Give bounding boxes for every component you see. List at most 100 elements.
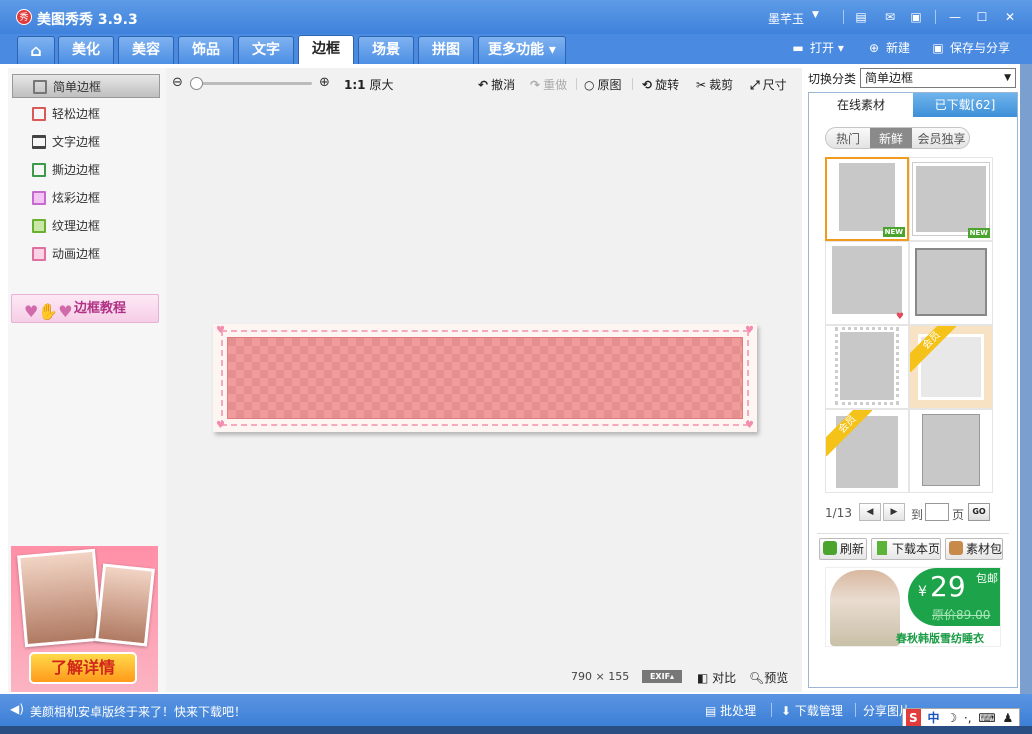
- filter-hot[interactable]: 热门: [826, 128, 870, 148]
- speaker-icon: ◀): [10, 702, 24, 716]
- save-icon: ▣: [932, 41, 944, 55]
- rotate-icon: ⟲: [642, 78, 653, 92]
- toolbar-separator: [576, 78, 577, 90]
- category-dropdown[interactable]: 简单边框 ▼: [860, 68, 1016, 88]
- moon-icon[interactable]: ☽: [946, 709, 957, 727]
- promo-price: 29: [930, 570, 966, 603]
- maximize-icon[interactable]: ☐: [973, 8, 991, 26]
- download-manager-button[interactable]: ⬇ 下载管理: [781, 702, 843, 719]
- material-thumbnail[interactable]: [909, 409, 993, 493]
- prev-page-button[interactable]: ◀: [859, 503, 881, 521]
- original-circle-icon: ○: [584, 78, 595, 92]
- zoom-in-icon[interactable]: ⊕: [319, 75, 330, 90]
- tab-downloaded[interactable]: 已下载[62]: [913, 93, 1017, 117]
- page-number-input[interactable]: [925, 503, 949, 521]
- open-button[interactable]: ▬ 打开 ▾: [790, 40, 844, 56]
- ime-toolbar[interactable]: S 中 ☽ ·, ⌨ ♟: [902, 708, 1020, 728]
- material-pack-button[interactable]: 素材包: [945, 538, 1003, 560]
- new-button[interactable]: ⊕ 新建: [866, 40, 910, 56]
- filter-fresh[interactable]: 新鲜: [870, 128, 912, 148]
- category-easy-frame[interactable]: 轻松边框: [12, 102, 160, 126]
- tab-beautify[interactable]: 美化: [58, 36, 114, 64]
- category-animated-frame[interactable]: 动画边框: [12, 242, 160, 266]
- tab-online-materials[interactable]: 在线素材: [809, 93, 913, 117]
- promo-caption: 春秋韩版雪纺睡衣: [896, 632, 984, 645]
- message-icon[interactable]: ✉: [881, 8, 899, 26]
- user-icon[interactable]: ♟: [1003, 709, 1014, 727]
- app-logo-icon: 秀: [16, 9, 32, 25]
- ime-mode[interactable]: 中: [927, 709, 939, 727]
- tab-accessories[interactable]: 饰品: [178, 36, 234, 64]
- material-thumbnail[interactable]: [825, 325, 909, 409]
- tab-frame[interactable]: 边框: [298, 35, 354, 65]
- app-title: 美图秀秀 3.9.3: [37, 12, 138, 28]
- original-size-button[interactable]: 1:1 原大: [344, 76, 394, 93]
- undo-icon: ↶: [478, 78, 489, 92]
- chevron-down-icon: ▼: [1004, 73, 1011, 83]
- frame-preview-image[interactable]: ♥ ♥ ♥ ♥: [213, 324, 757, 432]
- frame-category-panel: 简单边框 轻松边框 文字边框 撕边边框 炫彩边框 纹理边框 动画边框 ♥✋♥ 边…: [8, 68, 166, 692]
- original-button[interactable]: ○ 原图: [584, 76, 622, 93]
- original-price: 原价89.00: [932, 608, 991, 622]
- package-icon: [949, 541, 963, 555]
- category-torn-frame[interactable]: 撕边边框: [12, 158, 160, 182]
- title-separator: [935, 10, 936, 24]
- zoom-out-icon[interactable]: ⊖: [172, 75, 183, 90]
- canvas-area: ⊖ ⊕ 1:1 原大 ↶ 撤消 ↷ 重做 ○ 原图 ⟲ 旋转 ✂ 裁剪 ⤢ 尺寸 ♥ ♥ ♥ …: [166, 68, 802, 692]
- category-texture-frame[interactable]: 纹理边框: [12, 214, 160, 238]
- material-thumbnail[interactable]: [909, 241, 993, 325]
- save-share-button[interactable]: ▣ 保存与分享: [930, 40, 1010, 56]
- minimize-icon[interactable]: —: [946, 8, 964, 26]
- tab-makeup[interactable]: 美容: [118, 36, 174, 64]
- material-thumbnail[interactable]: 会员: [909, 325, 993, 409]
- tab-more-features[interactable]: 更多功能 ▾: [478, 36, 566, 64]
- resize-button[interactable]: ⤢ 尺寸: [750, 76, 787, 93]
- material-thumbnail[interactable]: NEW: [825, 157, 909, 241]
- tab-scene[interactable]: 场景: [358, 36, 414, 64]
- promo-banner-right[interactable]: ¥ 29 包邮 原价89.00 春秋韩版雪纺睡衣: [825, 567, 1001, 647]
- download-page-button[interactable]: 下载本页: [871, 538, 941, 560]
- close-icon[interactable]: ✕: [1001, 8, 1019, 26]
- heart-icon: ♥: [216, 420, 225, 431]
- download-arrow-icon: [877, 541, 887, 555]
- refresh-button[interactable]: 刷新: [819, 538, 867, 560]
- rotate-button[interactable]: ⟲ 旋转: [642, 76, 679, 93]
- user-menu-caret-icon[interactable]: ▼: [812, 10, 819, 20]
- keyboard-icon[interactable]: ⌨: [978, 709, 995, 727]
- tab-text[interactable]: 文字: [238, 36, 294, 64]
- notes-icon[interactable]: ▤: [852, 8, 870, 26]
- status-message[interactable]: 美颜相机安卓版终于来了！快来下载吧！: [30, 703, 246, 720]
- menu-icon[interactable]: ▣: [907, 8, 925, 26]
- tab-home[interactable]: ⌂: [17, 36, 55, 64]
- next-page-button[interactable]: ▶: [883, 503, 905, 521]
- go-button[interactable]: GO: [968, 503, 990, 521]
- zoom-slider[interactable]: [190, 77, 312, 90]
- scissors-icon: ✂: [696, 78, 707, 92]
- preview-button[interactable]: 🔍︎预览: [749, 669, 788, 686]
- heart-icon: ♥: [216, 325, 225, 336]
- punctuation-icon[interactable]: ·,: [964, 709, 972, 727]
- page-indicator: 1/13: [825, 506, 852, 520]
- crop-button[interactable]: ✂ 裁剪: [696, 76, 733, 93]
- promo-banner-left[interactable]: 了解详情: [11, 546, 158, 692]
- frame-tutorial-button[interactable]: ♥✋♥ 边框教程: [11, 294, 159, 323]
- compare-button[interactable]: ◧ 对比: [697, 669, 736, 686]
- material-thumbnail[interactable]: NEW: [909, 157, 993, 241]
- undo-button[interactable]: ↶ 撤消: [478, 76, 515, 93]
- exif-button[interactable]: EXIF▴: [642, 670, 682, 683]
- material-thumbnail[interactable]: 会员: [825, 409, 909, 493]
- redo-button[interactable]: ↷ 重做: [530, 76, 567, 93]
- category-colorful-frame[interactable]: 炫彩边框: [12, 186, 160, 210]
- material-filter-group: 热门 新鲜 会员独享: [825, 127, 970, 149]
- filter-vip-only[interactable]: 会员独享: [912, 128, 969, 148]
- user-name[interactable]: 墨芊玉: [768, 10, 804, 27]
- zoom-slider-handle[interactable]: [190, 77, 203, 90]
- learn-more-button[interactable]: 了解详情: [29, 652, 137, 684]
- category-text-frame[interactable]: 文字边框: [12, 130, 160, 154]
- batch-process-button[interactable]: ▤ 批处理: [705, 702, 756, 719]
- thumbnail-preview: [839, 163, 895, 231]
- category-simple-frame[interactable]: 简单边框: [12, 74, 160, 98]
- material-thumbnail[interactable]: ♥: [825, 241, 909, 325]
- simple-frame-icon: [33, 80, 47, 94]
- tab-collage[interactable]: 拼图: [418, 36, 474, 64]
